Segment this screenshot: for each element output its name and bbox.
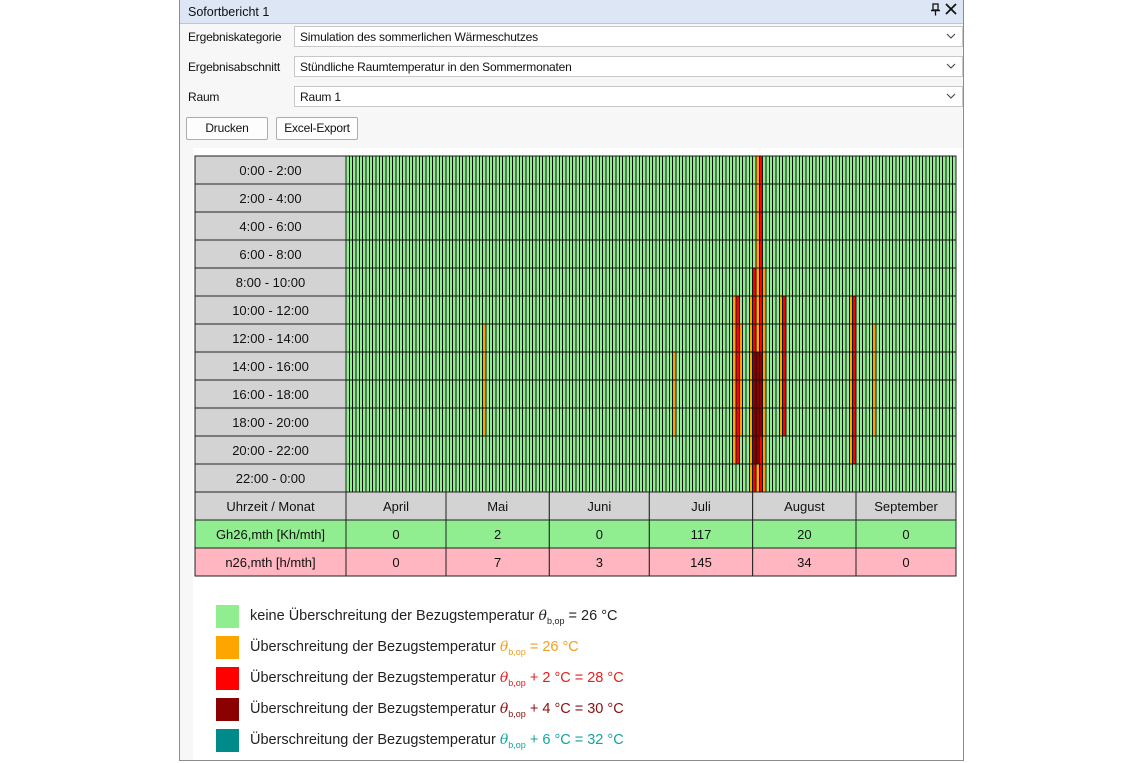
row-label: 8:00 - 10:00 — [236, 275, 305, 290]
legend-swatch — [216, 605, 239, 628]
legend-swatch — [216, 698, 239, 721]
summary-value: 7 — [494, 555, 501, 570]
category-select[interactable]: Simulation des sommerlichen Wärmeschutze… — [294, 26, 963, 47]
chevron-down-icon — [946, 93, 956, 99]
chevron-down-icon — [946, 33, 956, 39]
legend-subscript: b,op — [508, 740, 526, 750]
row-label: 10:00 - 12:00 — [232, 303, 309, 318]
month-label: Mai — [487, 499, 508, 514]
summary-value: 3 — [596, 555, 603, 570]
corner-label: Uhrzeit / Monat — [226, 499, 315, 514]
section-label: Ergebnisabschnitt — [188, 60, 280, 74]
summary-value: 20 — [797, 527, 811, 542]
legend-subscript: b,op — [546, 616, 565, 626]
month-label: Juli — [691, 499, 711, 514]
legend-suffix: + 2 °C = 28 °C — [529, 670, 624, 686]
legend-text: Überschreitung der Bezugstemperatur — [250, 732, 496, 748]
legend-subscript: b,op — [508, 647, 526, 657]
room-select[interactable]: Raum 1 — [294, 86, 963, 107]
row-label: 0:00 - 2:00 — [239, 163, 301, 178]
legend-symbol: θ — [538, 608, 547, 624]
month-label: September — [874, 499, 938, 514]
summary-value: 0 — [902, 555, 909, 570]
close-icon[interactable] — [945, 3, 957, 19]
summary-label: Gh26,mth [Kh/mth] — [216, 527, 325, 542]
summary-value: 2 — [494, 527, 501, 542]
legend-text: Überschreitung der Bezugstemperatur — [250, 701, 496, 717]
summary-value: 117 — [691, 527, 712, 542]
summary-value: 0 — [596, 527, 603, 542]
excel-export-button[interactable]: Excel-Export — [276, 117, 358, 140]
room-value: Raum 1 — [300, 90, 341, 104]
print-button[interactable]: Drucken — [186, 117, 268, 140]
temperature-heatmap: 0:00 - 2:00 2:00 - 4:00 4:00 - 6:00 6:00 - … — [194, 155, 957, 577]
legend-subscript: b,op — [508, 678, 526, 688]
section-value: Stündliche Raumtemperatur in den Sommerm… — [300, 60, 572, 74]
summary-value: 34 — [797, 555, 811, 570]
legend-suffix: + 4 °C = 30 °C — [529, 701, 624, 717]
report-area: 0:00 - 2:00 2:00 - 4:00 4:00 - 6:00 6:00 - … — [193, 148, 963, 760]
legend-text: Überschreitung der Bezugstemperatur — [250, 639, 496, 655]
legend-text: keine Überschreitung der Bezugstemperatu… — [250, 608, 535, 624]
summary-value: 0 — [902, 527, 909, 542]
chevron-down-icon — [946, 63, 956, 69]
row-label: 4:00 - 6:00 — [239, 219, 301, 234]
row-label: 16:00 - 18:00 — [232, 387, 309, 402]
legend-subscript: b,op — [508, 709, 526, 719]
section-select[interactable]: Stündliche Raumtemperatur in den Sommerm… — [294, 56, 963, 77]
month-label: Juni — [587, 499, 611, 514]
row-label: 2:00 - 4:00 — [239, 191, 301, 206]
row-label: 14:00 - 16:00 — [232, 359, 309, 374]
month-label: August — [784, 499, 825, 514]
summary-label: n26,mth [h/mth] — [225, 555, 315, 570]
month-label: April — [383, 499, 409, 514]
row-label: 12:00 - 14:00 — [232, 331, 309, 346]
row-label: 20:00 - 22:00 — [232, 443, 309, 458]
report-panel: Sofortbericht 1 Ergebniskategorie Simula… — [179, 0, 964, 761]
title-bar: Sofortbericht 1 — [180, 0, 963, 24]
row-label: 6:00 - 8:00 — [239, 247, 301, 262]
room-label: Raum — [188, 90, 220, 104]
summary-value: 145 — [690, 555, 712, 570]
legend-suffix: + 6 °C = 32 °C — [529, 732, 624, 748]
summary-value: 0 — [392, 555, 399, 570]
legend-swatch — [216, 667, 239, 690]
legend-text: Überschreitung der Bezugstemperatur — [250, 670, 496, 686]
legend-suffix: = 26 °C — [568, 608, 618, 624]
summary-value: 0 — [392, 527, 399, 542]
row-label: 18:00 - 20:00 — [232, 415, 309, 430]
legend-suffix: = 26 °C — [529, 639, 579, 655]
legend-swatch — [216, 636, 239, 659]
category-value: Simulation des sommerlichen Wärmeschutze… — [300, 30, 538, 44]
pin-icon[interactable] — [930, 3, 941, 20]
legend-swatch — [216, 729, 239, 752]
category-label: Ergebniskategorie — [188, 30, 282, 44]
window-title: Sofortbericht 1 — [188, 5, 270, 19]
row-label: 22:00 - 0:00 — [236, 471, 305, 486]
